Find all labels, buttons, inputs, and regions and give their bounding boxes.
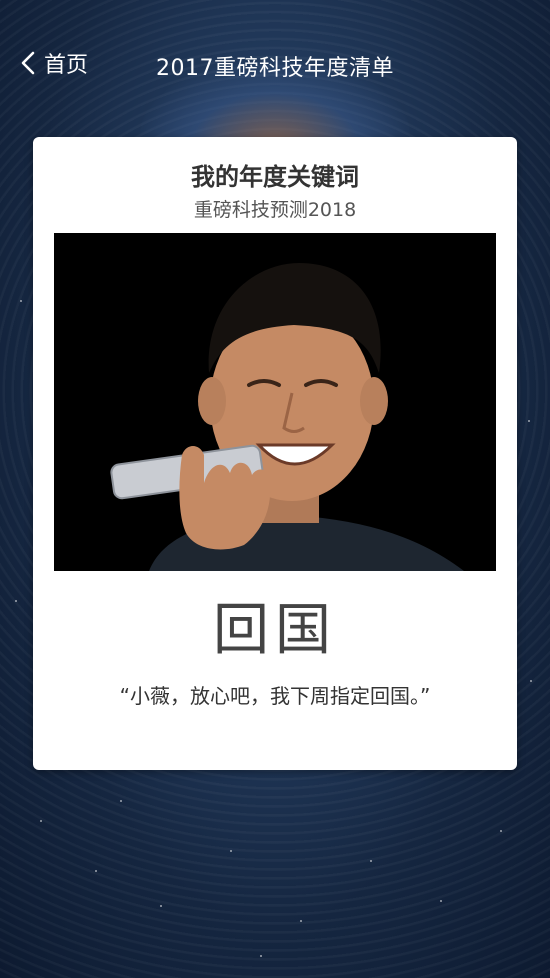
person-illustration [54, 233, 496, 571]
page-title: 2017重磅科技年度清单 [156, 56, 394, 81]
year-keyword: 回国 [213, 598, 337, 663]
top-bar: 首页 2017重磅科技年度清单 [0, 40, 550, 90]
keyword-card: 我的年度关键词 重磅科技预测2018 回国 “小薇，放心吧，我下周指定回国。” [33, 137, 517, 770]
card-subtitle: 重磅科技预测2018 [193, 199, 357, 221]
keyword-quote: “小薇，放心吧，我下周指定回国。” [119, 684, 431, 708]
card-title: 我的年度关键词 [191, 163, 359, 191]
person-photo [54, 233, 496, 571]
